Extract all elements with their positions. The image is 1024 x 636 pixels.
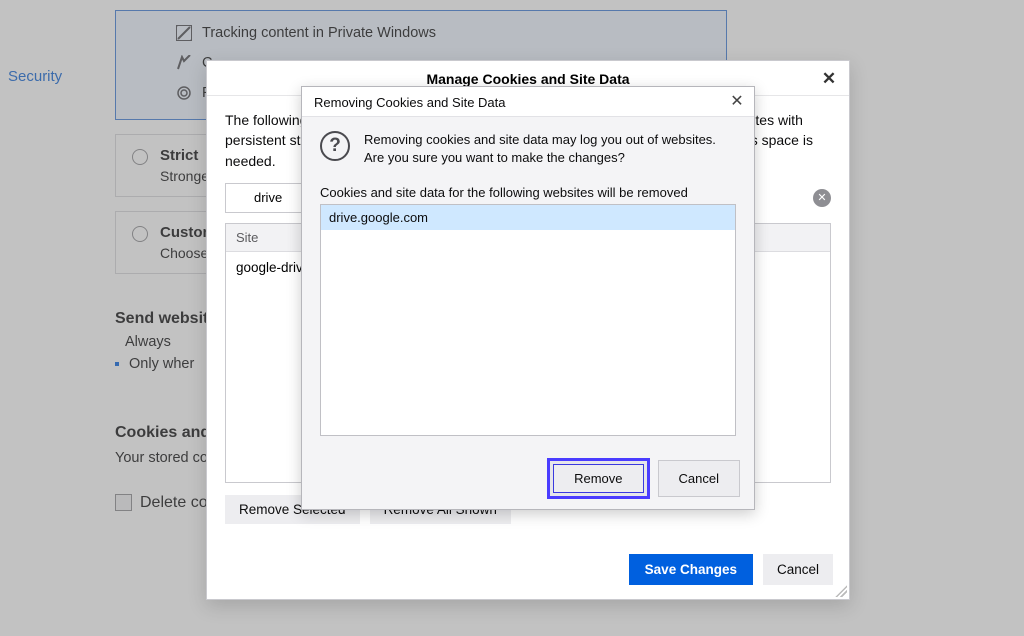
clear-search-icon[interactable]: ✕ (813, 189, 831, 207)
warning-text: Removing cookies and site data may log y… (364, 131, 736, 167)
remove-list[interactable]: drive.google.com (320, 204, 736, 436)
sub-label: Cookies and site data for the following … (320, 185, 736, 200)
remove-confirm-dialog: Removing Cookies and Site Data ✕ ? Remov… (301, 86, 755, 510)
cancel-button[interactable]: Cancel (763, 554, 833, 585)
resize-handle[interactable] (835, 585, 847, 597)
dialog-title: Removing Cookies and Site Data ✕ (302, 87, 754, 116)
save-changes-button[interactable]: Save Changes (629, 554, 753, 585)
remove-button[interactable]: Remove (553, 464, 643, 493)
close-icon[interactable]: ✕ (817, 67, 841, 91)
list-item[interactable]: drive.google.com (321, 205, 735, 230)
cancel-button[interactable]: Cancel (658, 460, 740, 497)
question-icon: ? (320, 131, 350, 161)
close-icon[interactable]: ✕ (726, 91, 748, 113)
